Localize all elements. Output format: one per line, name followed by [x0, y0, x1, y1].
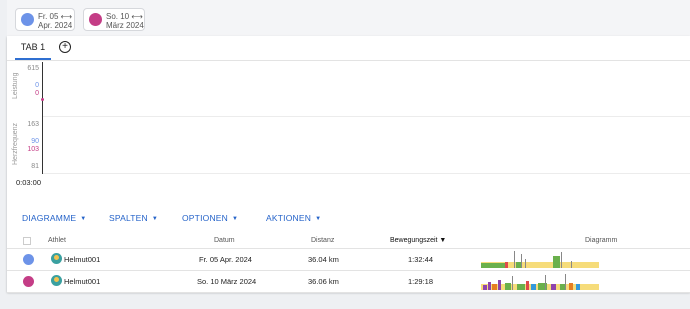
mini-diagram	[481, 251, 599, 268]
tab-bar: TAB 1 +	[7, 36, 690, 61]
cell-athlet[interactable]: Helmut001	[64, 255, 100, 264]
cell-datum: So. 10 März 2024	[197, 277, 257, 286]
plus-circle-icon[interactable]: +	[59, 41, 71, 53]
col-datum[interactable]: Datum	[214, 237, 235, 244]
chart-baseline	[43, 173, 690, 174]
tick-herz-a: 90	[31, 138, 39, 145]
cell-distanz: 36.04 km	[308, 255, 339, 264]
cell-datum: Fr. 05 Apr. 2024	[199, 255, 252, 264]
color-dot	[89, 13, 102, 26]
activity-chip-b[interactable]: So. 10 ⟷ März 2024	[83, 8, 145, 31]
col-bewegungszeit[interactable]: Bewegungszeit ▼	[390, 237, 446, 244]
y-axis-line	[42, 62, 43, 174]
data-point-b	[41, 98, 44, 101]
caret-down-icon: ▼	[80, 216, 87, 222]
table-row[interactable]: Helmut001 So. 10 März 2024 36.06 km 1:29…	[7, 271, 690, 293]
cell-bewegungszeit: 1:29:18	[408, 277, 434, 286]
activity-chart: Leistung Herzfrequenz 615 0 0 163 90 103…	[7, 61, 690, 187]
caret-down-icon: ▼	[232, 216, 239, 222]
menu-aktionen-label: AKTIONEN	[266, 213, 312, 223]
color-dot	[21, 13, 34, 26]
chip-b-line2: März 2024	[106, 21, 144, 30]
avatar	[51, 253, 62, 264]
tick-herz-b: 103	[27, 146, 39, 153]
avatar	[51, 275, 62, 286]
activity-chip-a[interactable]: Fr. 05 ⟷ Apr. 2024	[15, 8, 75, 31]
tick-leistung-max: 615	[27, 65, 39, 72]
chip-a-line2: Apr. 2024	[38, 21, 73, 30]
cell-bewegungszeit: 1:32:44	[408, 255, 434, 264]
menu-aktionen[interactable]: AKTIONEN ▼	[266, 213, 321, 223]
col-distanz[interactable]: Distanz	[311, 237, 334, 244]
mini-diagram	[481, 274, 599, 290]
comparison-bar: Fr. 05 ⟷ Apr. 2024 So. 10 ⟷ März 2024	[7, 0, 690, 36]
menu-spalten-label: SPALTEN	[109, 213, 148, 223]
chart-divider	[43, 116, 690, 117]
table-header: Athlet Datum Distanz Bewegungszeit ▼ Dia…	[7, 234, 690, 249]
chip-a-line1: Fr. 05 ⟷	[38, 12, 73, 21]
col-diagramm: Diagramm	[585, 237, 618, 244]
tab-1[interactable]: TAB 1	[15, 36, 51, 60]
menu-optionen-label: OPTIONEN	[182, 213, 228, 223]
menu-diagramme[interactable]: DIAGRAMME ▼	[22, 213, 86, 223]
chip-b-line1: So. 10 ⟷	[106, 12, 143, 21]
table-row[interactable]: Helmut001 Fr. 05 Apr. 2024 36.04 km 1:32…	[7, 249, 690, 271]
caret-down-icon: ▼	[315, 216, 322, 222]
row-color-dot	[23, 276, 34, 287]
cell-athlet[interactable]: Helmut001	[64, 277, 100, 286]
col-athlet[interactable]: Athlet	[48, 237, 66, 244]
tick-herz-max: 163	[27, 121, 39, 128]
menu-spalten[interactable]: SPALTEN ▼	[109, 213, 158, 223]
time-label: 0:03:00	[16, 178, 42, 187]
tick-herz-min: 81	[31, 163, 39, 170]
tick-leistung-b: 0	[35, 90, 39, 97]
menu-diagramme-label: DIAGRAMME	[22, 213, 77, 223]
cell-distanz: 36.06 km	[308, 277, 339, 286]
menu-optionen[interactable]: OPTIONEN ▼	[182, 213, 238, 223]
main-card: TAB 1 + Leistung Herzfrequenz 615 0 0 16…	[7, 36, 690, 293]
select-all-checkbox[interactable]	[23, 237, 31, 245]
row-color-dot	[23, 254, 34, 265]
caret-down-icon: ▼	[151, 216, 159, 222]
tick-leistung-a: 0	[35, 82, 39, 89]
